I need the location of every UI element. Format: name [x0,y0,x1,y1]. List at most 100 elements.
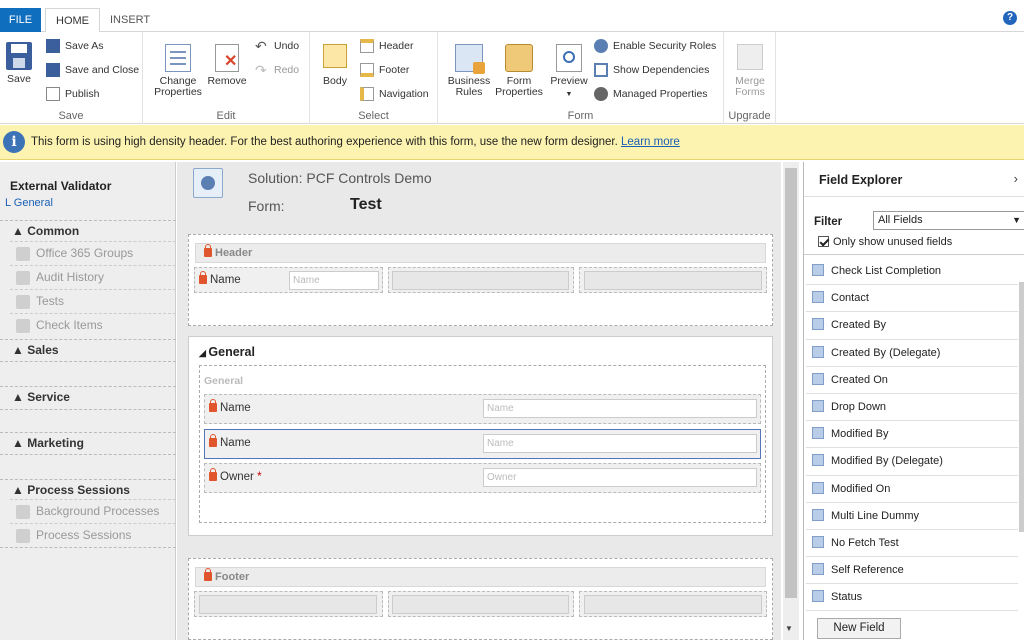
gear-icon [594,87,608,102]
managed-properties-button[interactable]: Managed Properties [594,84,708,104]
header-section[interactable]: Header Name Name [188,234,773,326]
list-item[interactable]: No Fetch Test [806,529,1018,558]
header-empty-cell-1[interactable] [388,267,574,293]
filter-select[interactable]: All Fields ▼ [873,211,1024,230]
list-item[interactable]: Modified By (Delegate) [806,448,1018,476]
tab-home[interactable]: HOME [45,8,100,33]
general-field-name-1[interactable]: Name Name [204,394,761,424]
enable-security-label: Enable Security Roles [613,40,717,52]
upgrade-group-label: Upgrade [728,110,771,122]
scroll-down-icon[interactable]: ▼ [785,624,793,633]
field-icon [812,535,824,548]
nav-item-office-365-groups[interactable]: Office 365 Groups [10,241,176,263]
nav-section-sales[interactable]: ▲ Sales [0,339,176,363]
save-button[interactable]: Save [2,42,36,85]
save-as-button[interactable]: Save As [46,36,104,56]
publish-button[interactable]: Publish [46,84,99,104]
form-properties-button[interactable]: Form Properties [494,44,544,98]
learn-more-link[interactable]: Learn more [621,136,680,148]
list-item[interactable]: Status [806,584,1018,612]
save-close-label: Save and Close [65,64,140,76]
field-owner-input[interactable]: Owner [483,468,757,487]
show-dependencies-button[interactable]: Show Dependencies [594,60,709,80]
nav-item-background-processes[interactable]: Background Processes [10,499,176,521]
list-item[interactable]: Contact [806,285,1018,313]
info-icon: i [3,131,25,153]
undo-button[interactable]: ↶ Undo [255,36,299,56]
help-icon[interactable]: ? [1003,11,1017,25]
general-field-name-2[interactable]: Name Name [204,429,761,459]
nav-section-process-sessions[interactable]: ▲ Process Sessions [0,479,176,500]
lock-icon [209,399,217,412]
undo-label: Undo [274,40,300,52]
nav-general-link[interactable]: L General [5,197,53,209]
navigation-icon [360,87,374,102]
footer-empty-cell-3[interactable] [579,591,767,617]
save-close-button[interactable]: Save and Close [46,60,139,80]
nav-item-audit-history[interactable]: Audit History [10,265,176,287]
nav-item-check-items[interactable]: Check Items [10,313,176,335]
header-name-input[interactable]: Name [289,271,379,290]
nav-item-tests[interactable]: Tests [10,289,176,311]
general-field-owner[interactable]: Owner * Owner [204,463,761,493]
field-name-1-input[interactable]: Name [483,399,757,418]
save-as-icon [46,39,60,54]
list-item[interactable]: Multi Line Dummy [806,502,1018,530]
list-item[interactable]: Created On [806,366,1018,394]
managed-properties-label: Managed Properties [613,88,708,100]
collapse-panel-icon[interactable]: › [1014,171,1018,186]
navigation-button[interactable]: Navigation [360,84,429,104]
select-group-label: Select [358,110,389,122]
enable-security-roles-button[interactable]: Enable Security Roles [594,36,716,56]
nav-section-service-text: Service [27,390,70,404]
footer-empty-cell-1[interactable] [194,591,383,617]
field-name-2-label: Name [209,434,251,449]
lock-icon [204,568,212,581]
tab-file[interactable]: FILE [0,8,41,32]
footer-empty-slot-1 [199,595,377,614]
general-tab[interactable]: ◢ General General Name Name Name Name Ow… [188,336,773,536]
nav-item-process-sessions[interactable]: Process Sessions [10,523,176,545]
footer-icon [360,63,374,78]
list-item[interactable]: Modified By [806,421,1018,449]
new-field-button[interactable]: New Field [817,618,901,639]
tab-insert[interactable]: INSERT [100,8,160,32]
canvas-scrollbar[interactable] [783,162,799,640]
redo-button[interactable]: ↷ Redo [255,60,299,80]
nav-section-common[interactable]: ▲ Common [0,220,176,241]
list-item[interactable]: Modified On [806,475,1018,503]
nav-section-sales-text: Sales [27,343,59,357]
body-button[interactable]: Body [318,44,352,87]
change-properties-button[interactable]: Change Properties [151,44,205,98]
header-button[interactable]: Header [360,36,413,56]
form-name: Test [350,196,382,213]
filter-select-value: All Fields [878,214,923,226]
field-name-2-input[interactable]: Name [483,434,757,453]
list-item[interactable]: Created By (Delegate) [806,339,1018,367]
only-unused-checkbox[interactable]: Only show unused fields [818,236,952,248]
field-icon [812,427,824,440]
remove-button[interactable]: ✕ Remove [206,44,248,87]
list-item[interactable]: Self Reference [806,557,1018,585]
header-field-name[interactable]: Name Name [194,267,383,293]
list-item[interactable]: Created By [806,312,1018,340]
nav-entity-title: External Validator [10,179,112,193]
field-list-scrollbar[interactable] [1019,282,1024,532]
footer-button[interactable]: Footer [360,60,409,80]
nav-section-service[interactable]: ▲ Service [0,386,176,410]
canvas-scrollbar-thumb[interactable] [785,168,797,598]
field-icon [812,399,824,412]
list-item[interactable]: Check List Completion [806,258,1018,286]
form-navigation-pane: External Validator L General ▲ Common Of… [0,162,176,640]
preview-button[interactable]: Preview ▼ [548,44,590,100]
footer-empty-cell-2[interactable] [388,591,574,617]
header-empty-cell-2[interactable] [579,267,767,293]
footer-section[interactable]: Footer [188,558,773,640]
nav-section-marketing[interactable]: ▲ Marketing [0,432,176,456]
business-rules-button[interactable]: Business Rules [446,44,492,98]
general-section[interactable]: General Name Name Name Name Owner * Owne… [199,365,766,523]
business-rules-label-2: Rules [455,86,483,98]
lock-icon [204,244,212,257]
merge-forms-button[interactable]: Merge Forms [730,44,770,98]
list-item[interactable]: Drop Down [806,393,1018,422]
